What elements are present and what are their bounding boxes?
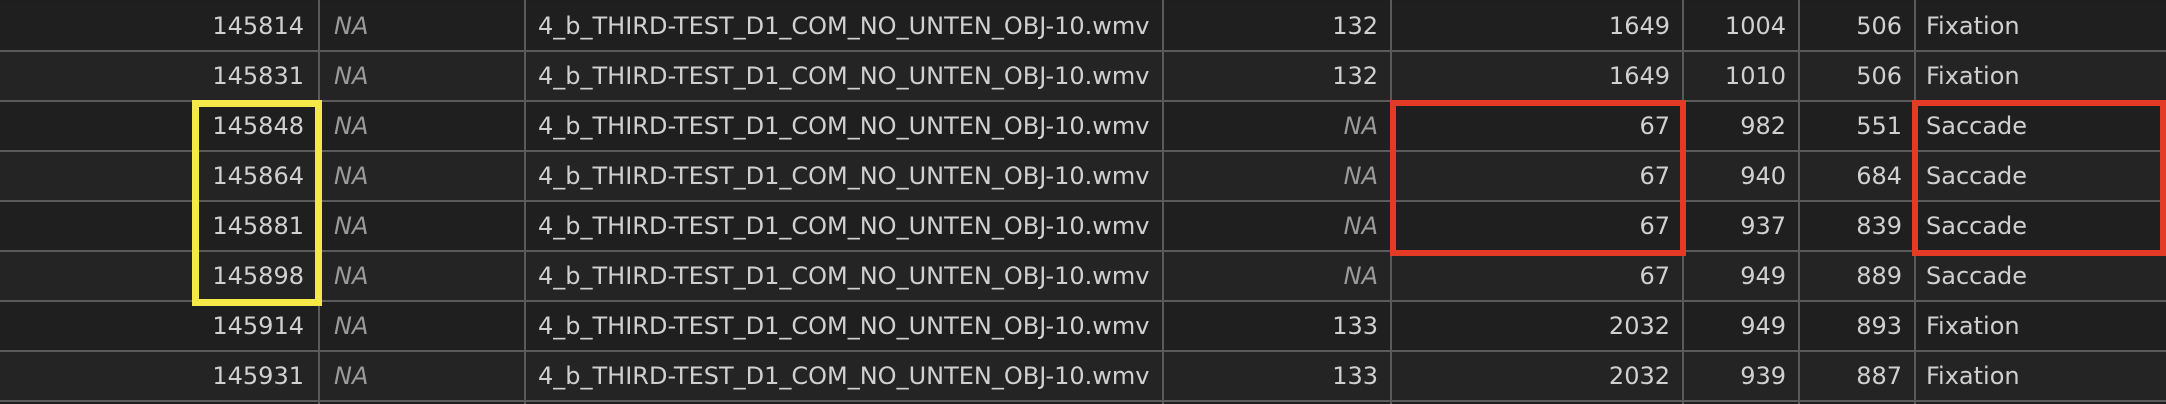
cell-media: 4_b_THIRD-TEST_D1_COM_NO_UNTEN_OBJ-10.wm…: [538, 212, 1150, 240]
cell-y: 506: [1856, 12, 1902, 40]
cell-x: 949: [1740, 262, 1786, 290]
data-table: 145814 NA 4_b_THIRD-TEST_D1_COM_NO_UNTEN_O…: [0, 0, 2166, 404]
cell-index: NA: [1343, 162, 1378, 190]
cell-index: 132: [1332, 12, 1378, 40]
cell-x: 949: [1740, 312, 1786, 340]
cell-time: 145831: [212, 62, 304, 90]
cell-index: 133: [1332, 312, 1378, 340]
cell-col2: NA: [334, 212, 369, 240]
table-row[interactable]: 145814 NA 4_b_THIRD-TEST_D1_COM_NO_UNTEN_O…: [0, 2, 2166, 52]
cell-col2: NA: [334, 362, 369, 390]
cell-time: 145898: [212, 262, 304, 290]
cell-type: Fixation: [1926, 312, 2020, 340]
cell-time: 145914: [212, 312, 304, 340]
cell-type: Fixation: [1926, 12, 2020, 40]
cell-x: 1004: [1724, 12, 1786, 40]
cell-y: 839: [1856, 212, 1902, 240]
cell-y: 893: [1856, 312, 1902, 340]
cell-duration: 67: [1639, 212, 1670, 240]
column-divider: [1162, 0, 1164, 404]
cell-col2: NA: [334, 312, 369, 340]
cell-x: 940: [1740, 162, 1786, 190]
column-divider: [1390, 0, 1392, 404]
table-row[interactable]: 145864 NA 4_b_THIRD-TEST_D1_COM_NO_UNTEN_O…: [0, 152, 2166, 202]
cell-type: Fixation: [1926, 362, 2020, 390]
table-row[interactable]: 145831 NA 4_b_THIRD-TEST_D1_COM_NO_UNTEN_O…: [0, 52, 2166, 102]
cell-duration: 67: [1639, 262, 1670, 290]
cell-index: 133: [1332, 362, 1378, 390]
cell-x: 982: [1740, 112, 1786, 140]
cell-x: 937: [1740, 212, 1786, 240]
cell-y: 506: [1856, 62, 1902, 90]
cell-time: 145864: [212, 162, 304, 190]
cell-col2: NA: [334, 162, 369, 190]
cell-index: 132: [1332, 62, 1378, 90]
cell-media: 4_b_THIRD-TEST_D1_COM_NO_UNTEN_OBJ-10.wm…: [538, 112, 1150, 140]
cell-duration: 2032: [1608, 362, 1670, 390]
table-row[interactable]: 145914 NA 4_b_THIRD-TEST_D1_COM_NO_UNTEN_O…: [0, 302, 2166, 352]
cell-index: NA: [1343, 262, 1378, 290]
cell-col2: NA: [334, 62, 369, 90]
cell-type: Saccade: [1926, 112, 2028, 140]
cell-duration: 2032: [1608, 312, 1670, 340]
cell-col2: NA: [334, 112, 369, 140]
cell-index: NA: [1343, 112, 1378, 140]
cell-type: Fixation: [1926, 62, 2020, 90]
column-divider: [1798, 0, 1800, 404]
cell-type: Saccade: [1926, 262, 2028, 290]
column-divider: [1682, 0, 1684, 404]
cell-x: 939: [1740, 362, 1786, 390]
cell-time: 145848: [212, 112, 304, 140]
table-row[interactable]: 145881 NA 4_b_THIRD-TEST_D1_COM_NO_UNTEN_O…: [0, 202, 2166, 252]
cell-duration: 67: [1639, 112, 1670, 140]
cell-time: 145814: [212, 12, 304, 40]
cell-y: 889: [1856, 262, 1902, 290]
table-row[interactable]: 145898 NA 4_b_THIRD-TEST_D1_COM_NO_UNTEN_O…: [0, 252, 2166, 302]
table-row[interactable]: 145848 NA 4_b_THIRD-TEST_D1_COM_NO_UNTEN_O…: [0, 102, 2166, 152]
cell-y: 551: [1856, 112, 1902, 140]
cell-media: 4_b_THIRD-TEST_D1_COM_NO_UNTEN_OBJ-10.wm…: [538, 62, 1150, 90]
cell-time: 145881: [212, 212, 304, 240]
cell-type: Saccade: [1926, 162, 2028, 190]
cell-media: 4_b_THIRD-TEST_D1_COM_NO_UNTEN_OBJ-10.wm…: [538, 312, 1150, 340]
cell-media: 4_b_THIRD-TEST_D1_COM_NO_UNTEN_OBJ-10.wm…: [538, 12, 1150, 40]
cell-x: 1010: [1724, 62, 1786, 90]
cell-media: 4_b_THIRD-TEST_D1_COM_NO_UNTEN_OBJ-10.wm…: [538, 162, 1150, 190]
cell-col2: NA: [334, 262, 369, 290]
cell-type: Saccade: [1926, 212, 2028, 240]
cell-duration: 67: [1639, 162, 1670, 190]
cell-time: 145931: [212, 362, 304, 390]
column-divider: [318, 0, 320, 404]
cell-duration: 1649: [1608, 12, 1670, 40]
table-row[interactable]: 145931 NA 4_b_THIRD-TEST_D1_COM_NO_UNTEN_O…: [0, 352, 2166, 402]
cell-media: 4_b_THIRD-TEST_D1_COM_NO_UNTEN_OBJ-10.wm…: [538, 262, 1150, 290]
cell-col2: NA: [334, 12, 369, 40]
cell-duration: 1649: [1608, 62, 1670, 90]
cell-y: 887: [1856, 362, 1902, 390]
column-divider: [524, 0, 526, 404]
cell-index: NA: [1343, 212, 1378, 240]
cell-y: 684: [1856, 162, 1902, 190]
column-divider: [1914, 0, 1916, 404]
cell-media: 4_b_THIRD-TEST_D1_COM_NO_UNTEN_OBJ-10.wm…: [538, 362, 1150, 390]
